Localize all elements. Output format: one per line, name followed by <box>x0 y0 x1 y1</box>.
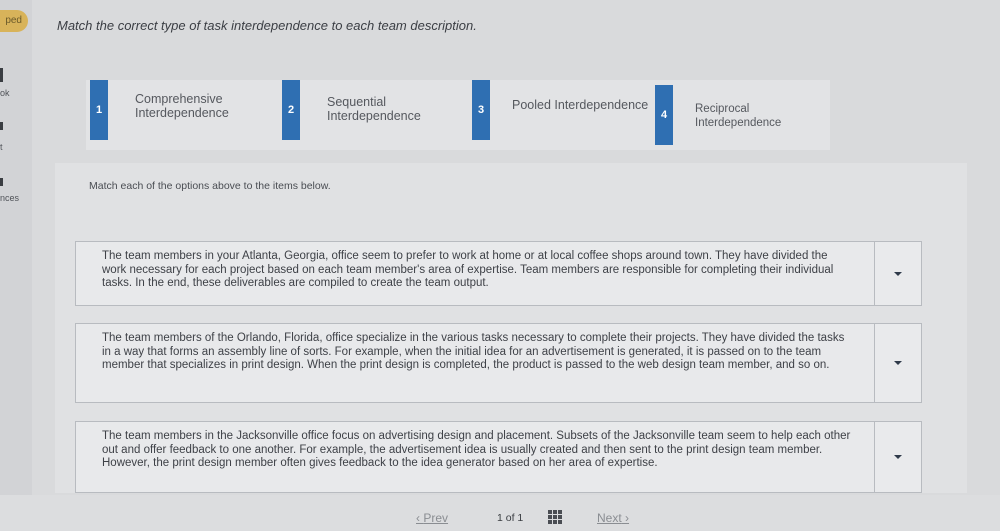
page-indicator: 1 of 1 <box>497 512 524 524</box>
item-description: The team members in your Atlanta, Georgi… <box>102 250 834 289</box>
question-prompt: Match the correct type of task interdepe… <box>57 18 477 33</box>
options-bar: 1 Comprehensive Interdependence 2 Sequen… <box>86 80 830 150</box>
chevron-down-icon <box>894 455 902 459</box>
sidebar-item-references[interactable]: nces <box>0 193 19 203</box>
item-description: The team members in the Jacksonville off… <box>102 430 851 469</box>
left-sidebar: ped ok t nces <box>0 0 32 531</box>
sidebar-item-ebook[interactable]: ok <box>0 88 10 98</box>
sidebar-tick <box>0 68 3 82</box>
option-label: Comprehensive Interdependence <box>135 92 229 120</box>
option-number: 1 <box>90 80 108 140</box>
prev-label: Prev <box>423 511 449 525</box>
grid-icon[interactable] <box>548 510 563 524</box>
sidebar-item-print[interactable]: t <box>0 142 3 152</box>
pagination-footer: ‹ Prev 1 of 1 Next › <box>0 495 1000 531</box>
option-number: 4 <box>655 85 673 145</box>
match-item-1: The team members in your Atlanta, Georgi… <box>75 241 922 306</box>
match-panel: Match each of the options above to the i… <box>55 163 967 493</box>
chevron-down-icon <box>894 361 902 365</box>
prev-button[interactable]: ‹ Prev <box>416 511 448 525</box>
option-label: Reciprocal Interdependence <box>695 103 782 129</box>
match-instruction: Match each of the options above to the i… <box>89 180 331 192</box>
score-badge: ped <box>0 10 28 32</box>
option-number: 3 <box>472 80 490 140</box>
answer-dropdown[interactable] <box>874 324 921 402</box>
option-label: Pooled Interdependence <box>512 98 649 112</box>
match-item-2: The team members of the Orlando, Florida… <box>75 323 922 403</box>
sidebar-tick <box>0 122 3 130</box>
option-label: Sequential Interdependence <box>327 95 421 123</box>
next-label: Next <box>597 511 622 525</box>
match-item-3: The team members in the Jacksonville off… <box>75 421 922 493</box>
answer-dropdown[interactable] <box>874 242 921 305</box>
next-button[interactable]: Next › <box>597 511 629 525</box>
chevron-down-icon <box>894 271 902 276</box>
option-number: 2 <box>282 80 300 140</box>
item-description: The team members of the Orlando, Florida… <box>102 332 845 371</box>
sidebar-tick <box>0 178 3 186</box>
answer-dropdown[interactable] <box>874 422 921 492</box>
